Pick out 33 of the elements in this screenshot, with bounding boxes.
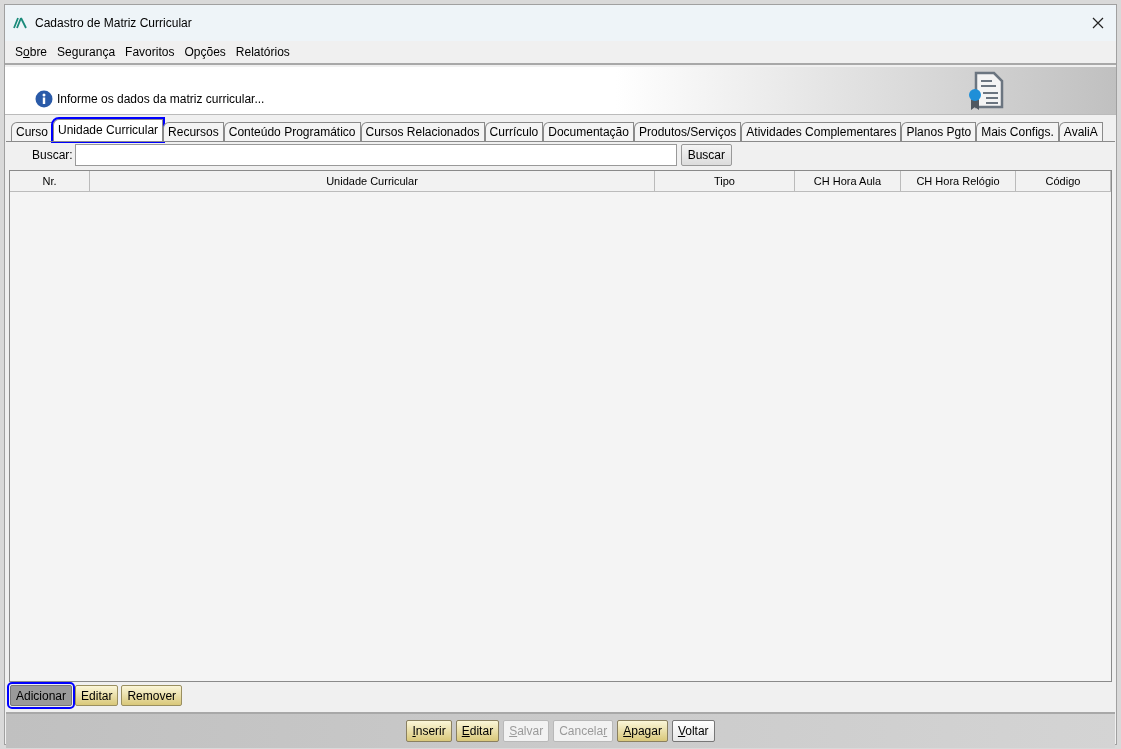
header-message: Informe os dados da matriz curricular... — [57, 91, 265, 108]
menu-item[interactable]: Favoritos — [121, 43, 179, 61]
tab[interactable]: Produtos/Serviços — [633, 122, 742, 141]
certificate-icon — [968, 71, 1006, 111]
search-field[interactable] — [74, 144, 677, 166]
table-action-button[interactable]: Editar — [75, 685, 119, 706]
menu-item[interactable]: Segurança — [53, 43, 120, 61]
close-icon[interactable] — [1092, 17, 1104, 29]
tab[interactable]: Conteúdo Programático — [223, 122, 361, 141]
table-action-button[interactable]: Remover — [121, 685, 183, 706]
tab[interactable]: Mais Configs. — [976, 122, 1059, 141]
tab[interactable]: Atividades Complementares — [741, 122, 902, 141]
footer-button[interactable]: Voltar — [671, 720, 715, 742]
footer-button[interactable]: Inserir — [406, 720, 452, 742]
footer-button[interactable]: Apagar — [617, 720, 668, 742]
search-label: Buscar: — [32, 147, 73, 164]
tab[interactable]: Planos Pgto — [901, 122, 977, 141]
table-action-button[interactable]: Adicionar — [10, 685, 73, 706]
menu-item[interactable]: Opções — [180, 43, 230, 61]
info-icon — [35, 90, 53, 108]
footer-button[interactable]: Editar — [455, 720, 500, 742]
tab[interactable]: AvaliA — [1058, 122, 1103, 141]
tab[interactable]: Recursos — [163, 122, 224, 141]
app-logo-icon — [13, 17, 27, 29]
tab[interactable]: Unidade Curricular — [53, 119, 164, 141]
window-title: Cadastro de Matriz Curricular — [35, 15, 193, 32]
menu-item[interactable]: Sobre — [11, 43, 52, 61]
tab[interactable]: Curso — [11, 122, 53, 141]
menu-item[interactable]: Relatórios — [231, 43, 294, 61]
search-button[interactable]: Buscar — [680, 144, 733, 166]
tab[interactable]: Currículo — [484, 122, 544, 141]
tab[interactable]: Cursos Relacionados — [360, 122, 485, 141]
tab[interactable]: Documentação — [543, 122, 634, 141]
